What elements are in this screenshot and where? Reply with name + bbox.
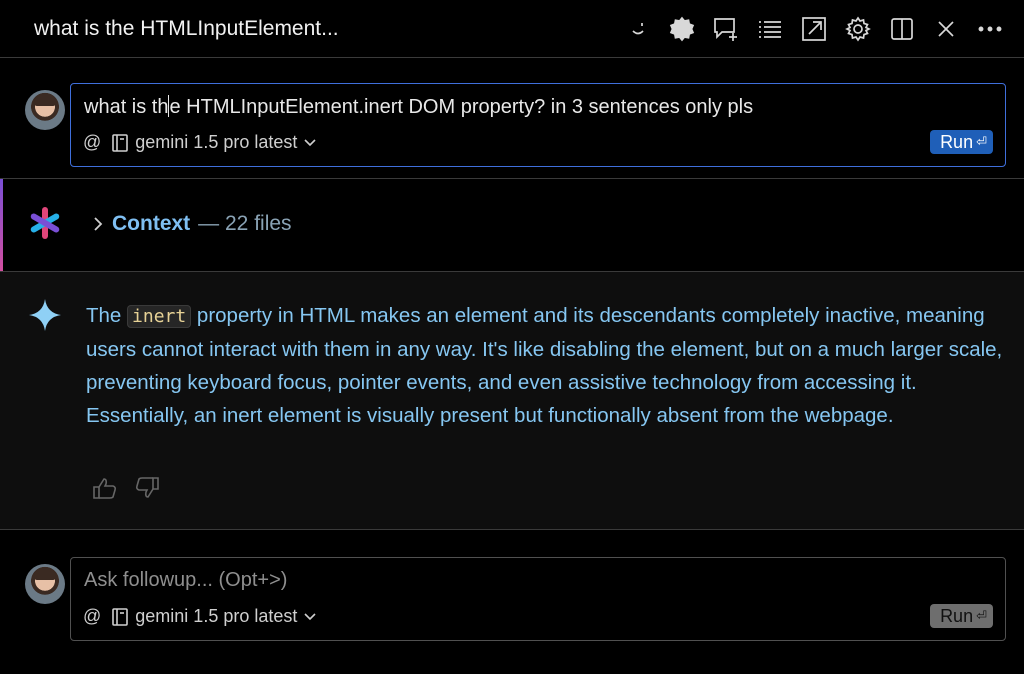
book-icon <box>112 133 129 152</box>
toolbar <box>618 10 1010 48</box>
followup-placeholder[interactable]: Ask followup... (Opt+>) <box>84 569 287 592</box>
followup-input[interactable]: Ask followup... (Opt+>) @ gemini 1.5 pro… <box>70 557 1006 641</box>
chevron-right-icon <box>94 217 103 231</box>
new-chat-icon[interactable] <box>706 10 746 48</box>
model-selector[interactable]: gemini 1.5 pro latest <box>111 606 317 627</box>
mention-button[interactable]: @ <box>83 606 101 627</box>
run-label: Run <box>940 131 974 152</box>
sparkle-icon <box>29 299 61 331</box>
query-input[interactable]: what is the HTMLInputElement.inert DOM p… <box>70 83 1006 167</box>
answer-text-part: property in HTML makes an element and it… <box>86 304 1003 427</box>
context-file-count: — 22 files <box>198 212 292 235</box>
more-icon[interactable] <box>970 10 1010 48</box>
enter-icon: ⏎ <box>976 608 987 623</box>
book-icon <box>112 607 129 626</box>
run-button[interactable]: Run ⏎ <box>930 130 993 154</box>
badge-icon[interactable] <box>662 10 702 48</box>
answer-text: The inert property in HTML makes an elem… <box>86 299 1006 432</box>
thumbs-down-icon[interactable] <box>134 476 160 500</box>
assistant-answer-section: The inert property in HTML makes an elem… <box>0 272 1024 530</box>
model-name: gemini 1.5 pro latest <box>135 606 298 626</box>
context-label: Context <box>112 212 191 235</box>
model-name: gemini 1.5 pro latest <box>135 132 298 152</box>
run-button[interactable]: Run ⏎ <box>930 604 993 628</box>
query-text-before-caret: what is th <box>84 96 169 118</box>
answer-text-part: The <box>86 304 128 327</box>
inline-code: inert <box>127 305 192 328</box>
run-label: Run <box>940 605 974 626</box>
chat-title: what is the HTMLInputElement... <box>34 16 339 40</box>
smile-icon[interactable] <box>618 10 658 48</box>
user-avatar <box>25 90 65 130</box>
close-icon[interactable] <box>926 10 966 48</box>
context-section: Context — 22 files <box>0 179 1024 272</box>
mention-button[interactable]: @ <box>83 132 101 153</box>
history-list-icon[interactable] <box>750 10 790 48</box>
followup-meta-row: @ gemini 1.5 pro latest <box>83 606 317 627</box>
thumbs-up-icon[interactable] <box>92 476 118 500</box>
settings-icon[interactable] <box>838 10 878 48</box>
context-accent-bar <box>0 179 3 271</box>
enter-icon: ⏎ <box>976 134 987 149</box>
split-panel-icon[interactable] <box>882 10 922 48</box>
assistant-logo-icon <box>30 207 60 239</box>
context-toggle[interactable]: Context — 22 files <box>92 212 292 236</box>
model-selector[interactable]: gemini 1.5 pro latest <box>111 132 317 153</box>
chevron-down-icon <box>304 612 316 620</box>
user-query-section: what is the HTMLInputElement.inert DOM p… <box>0 58 1024 179</box>
query-meta-row: @ gemini 1.5 pro latest <box>83 132 317 153</box>
query-text[interactable]: what is the HTMLInputElement.inert DOM p… <box>84 95 753 119</box>
chevron-down-icon <box>304 138 316 146</box>
open-external-icon[interactable] <box>794 10 834 48</box>
query-text-after-caret: e HTMLInputElement.inert DOM property? i… <box>169 96 754 118</box>
title-bar: what is the HTMLInputElement... <box>0 0 1024 58</box>
user-avatar <box>25 564 65 604</box>
feedback-row <box>92 476 160 500</box>
